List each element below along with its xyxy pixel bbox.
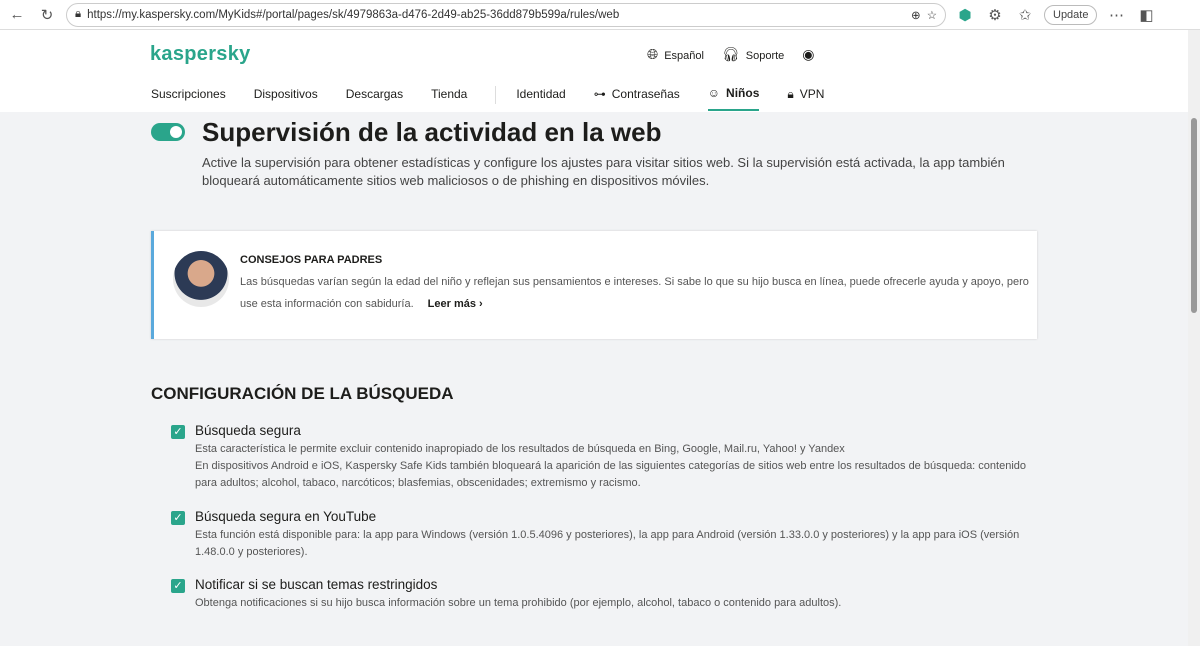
nav-tienda[interactable]: Tienda xyxy=(431,86,467,111)
extensions-icon[interactable]: ⚙ xyxy=(984,6,1006,24)
child-icon: ☺ xyxy=(707,86,721,100)
nav-descargas[interactable]: Descargas xyxy=(346,86,403,111)
youtube-safe-search-checkbox[interactable]: ✓ xyxy=(171,511,185,525)
favorite-icon[interactable]: ☆ xyxy=(927,8,937,22)
option-description: Esta característica le permite excluir c… xyxy=(195,443,845,455)
nav-label: Contraseñas xyxy=(611,87,680,101)
kaspersky-logo[interactable]: kaspersky xyxy=(150,43,251,66)
option-label: Búsqueda segura xyxy=(195,423,301,438)
key-icon: ⊶ xyxy=(593,87,606,101)
option-description: En dispositivos Android e iOS, Kaspersky… xyxy=(195,460,1026,489)
supervision-toggle[interactable] xyxy=(151,123,185,141)
back-icon[interactable]: ← xyxy=(6,6,28,23)
nav-contrasenas[interactable]: ⊶ Contraseñas xyxy=(594,86,680,111)
read-more-label: Leer más xyxy=(427,298,476,310)
support-label: Soporte xyxy=(745,50,785,62)
zoom-icon[interactable]: ⊕ xyxy=(911,8,921,22)
option-description: Obtenga notificaciones si su hijo busca … xyxy=(195,597,842,609)
expert-avatar xyxy=(173,251,229,307)
url-text: https://my.kaspersky.com/MyKids#/portal/… xyxy=(87,8,620,21)
nav-suscripciones[interactable]: Suscripciones xyxy=(151,86,226,111)
globe-icon: 🌐︎ xyxy=(647,46,659,62)
nav-vpn[interactable]: 🔒︎ VPN xyxy=(787,86,824,111)
account-icon[interactable]: ◉ xyxy=(802,46,814,63)
tip-title: CONSEJOS PARA PADRES xyxy=(240,254,383,266)
page-description: Active la supervisión para obtener estad… xyxy=(202,155,1005,188)
address-bar[interactable]: 🔒︎ https://my.kaspersky.com/MyKids#/port… xyxy=(66,2,946,27)
update-button[interactable]: Update xyxy=(1044,4,1098,25)
scrollbar-thumb[interactable] xyxy=(1191,118,1197,313)
search-settings-heading: CONFIGURACIÓN DE LA BÚSQUEDA xyxy=(151,384,454,403)
shield-extension-icon[interactable]: ⬢ xyxy=(954,6,976,24)
safe-search-checkbox[interactable]: ✓ xyxy=(171,425,185,439)
page-scrollbar[interactable] xyxy=(1188,30,1200,646)
reload-icon[interactable]: ↻ xyxy=(36,6,58,24)
nav-label: Niños xyxy=(726,86,760,100)
option-description: Esta función está disponible para: la ap… xyxy=(195,529,1020,558)
parent-tip-card: CONSEJOS PARA PADRES Las búsquedas varía… xyxy=(151,231,1037,339)
lock-icon: 🔒︎ xyxy=(75,8,82,20)
chevron-right-icon: › xyxy=(479,298,483,310)
headset-icon: 🎧︎ xyxy=(721,46,740,62)
nav-label: VPN xyxy=(799,87,825,101)
nav-divider xyxy=(495,86,497,104)
read-more-link[interactable]: Leer más › xyxy=(428,298,483,310)
language-link[interactable]: 🌐︎ Español xyxy=(647,46,704,63)
language-label: Español xyxy=(664,50,704,62)
tip-text: Las búsquedas varían según la edad del n… xyxy=(240,276,1029,310)
nav-identidad[interactable]: Identidad xyxy=(516,86,565,111)
page-title: Supervisión de la actividad en la web xyxy=(202,117,662,147)
nav-dispositivos[interactable]: Dispositivos xyxy=(254,86,318,111)
option-label: Notificar si se buscan temas restringido… xyxy=(195,577,438,592)
sidebar-icon[interactable]: ◧ xyxy=(1135,6,1157,24)
favorites-icon[interactable]: ✩ xyxy=(1014,6,1036,24)
option-label: Búsqueda segura en YouTube xyxy=(195,509,377,524)
notify-restricted-checkbox[interactable]: ✓ xyxy=(171,579,185,593)
nav-ninos[interactable]: ☺ Niños xyxy=(707,86,760,111)
site-header: kaspersky 🌐︎ Español 🎧︎ Soporte ◉ Suscripc… xyxy=(0,30,1200,112)
browser-toolbar: ← ↻ 🔒︎ https://my.kaspersky.com/MyKids#/… xyxy=(0,0,1200,30)
more-icon[interactable]: ⋯ xyxy=(1105,6,1127,24)
vpn-lock-icon: 🔒︎ xyxy=(787,86,794,101)
main-nav: Suscripciones Dispositivos Descargas Tie… xyxy=(151,86,852,111)
support-link[interactable]: 🎧︎ Soporte xyxy=(722,46,784,63)
